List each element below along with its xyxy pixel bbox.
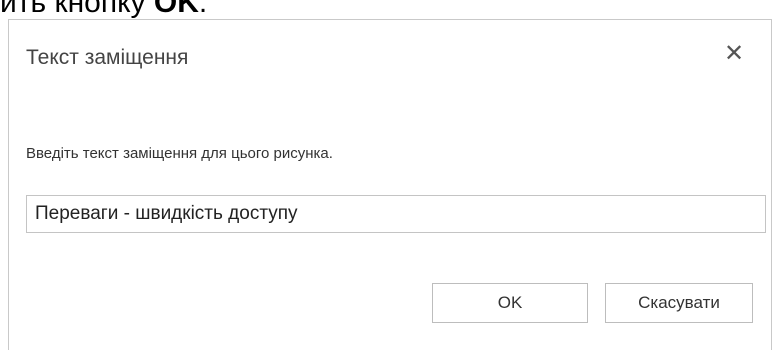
ok-button[interactable]: OK <box>432 283 588 323</box>
page: ить кнопку OK. Текст заміщення ✕ Введіть… <box>0 0 781 350</box>
instruction-emphasis: OK <box>153 0 199 19</box>
dialog-title: Текст заміщення <box>26 46 189 69</box>
dialog-prompt: Введіть текст заміщення для цього рисунк… <box>26 145 333 162</box>
close-icon[interactable]: ✕ <box>722 42 746 66</box>
alt-text-input[interactable] <box>26 195 766 233</box>
instruction-suffix: . <box>198 0 208 19</box>
instruction-text: ить кнопку OK. <box>0 0 207 20</box>
cancel-button[interactable]: Скасувати <box>605 283 753 323</box>
instruction-prefix: ить кнопку <box>0 0 146 19</box>
